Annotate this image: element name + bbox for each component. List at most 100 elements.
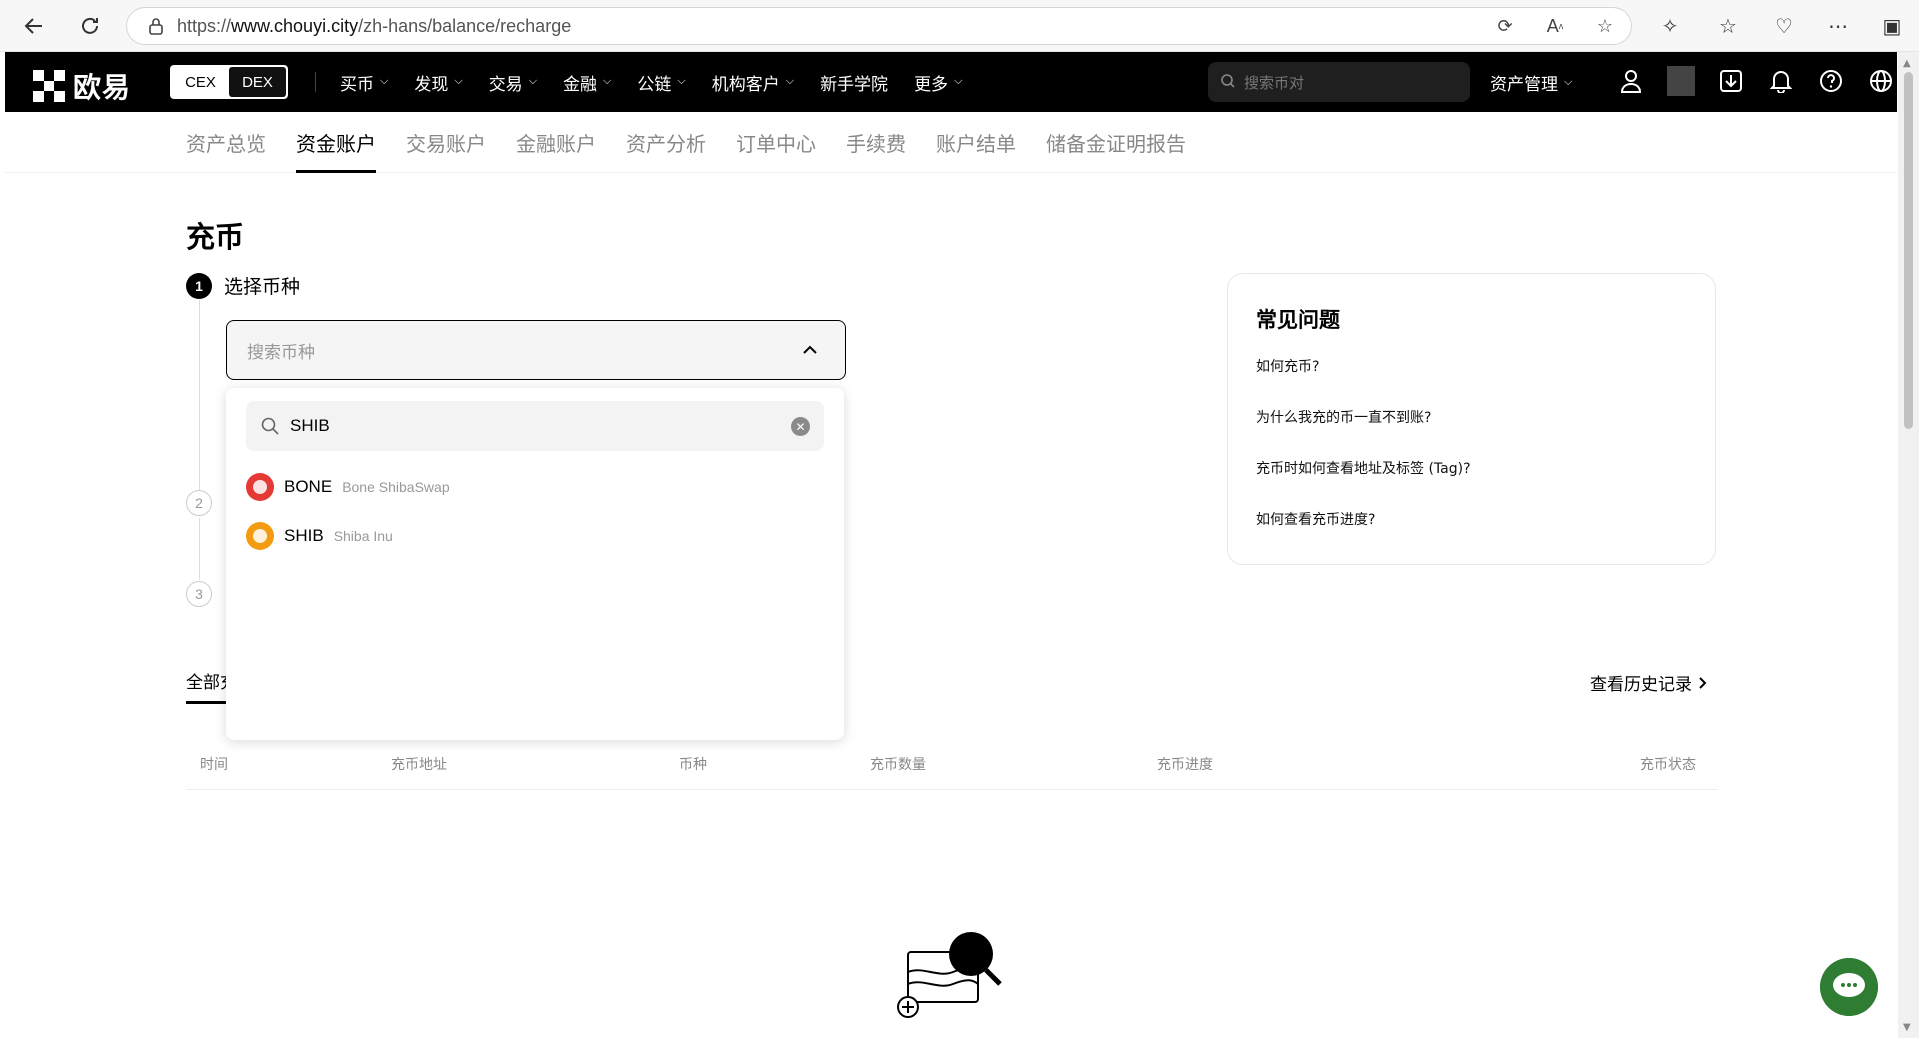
coin-dropdown: SHIB ✕ BONE Bone ShibaSwap SHIB Shiba Inu	[226, 388, 844, 740]
nav-item-label: 发现	[414, 74, 449, 95]
browser-toolbar: https://www.chouyi.city/zh-hans/balance/…	[0, 0, 1919, 52]
coin-result-item[interactable]: SHIB Shiba Inu	[246, 521, 393, 551]
address-bar[interactable]: https://www.chouyi.city/zh-hans/balance/…	[126, 7, 1632, 45]
table-column-header: 充币进度	[1157, 757, 1213, 773]
chevron-down-icon: ⌵	[380, 74, 389, 87]
coin-result-item[interactable]: BONE Bone ShibaSwap	[246, 472, 450, 502]
refresh-button[interactable]	[74, 10, 106, 42]
back-button[interactable]	[18, 10, 50, 42]
search-icon	[261, 417, 279, 435]
user-icon[interactable]	[1617, 66, 1645, 96]
faq-link[interactable]: 为什么我充的币一直不到账?	[1256, 407, 1687, 427]
coin-symbol: SHIB	[284, 526, 324, 545]
coin-select[interactable]: 搜索币种	[226, 320, 846, 380]
nav-item-label: 金融	[563, 74, 598, 95]
bell-icon[interactable]	[1767, 66, 1795, 96]
dex-tab[interactable]: DEX	[229, 67, 286, 97]
subnav-tab[interactable]: 手续费	[846, 112, 906, 173]
clear-search-icon[interactable]: ✕	[791, 417, 810, 436]
step-connector	[199, 300, 200, 490]
step-3: 3	[186, 581, 212, 607]
step-connector	[199, 518, 200, 580]
nav-item-label: 机构客户	[711, 74, 780, 95]
help-icon[interactable]	[1817, 66, 1845, 96]
main-nav: 买币 ⌵ 发现 ⌵ 交易 ⌵ 金融 ⌵ 公链 ⌵ 机构客户 ⌵ 新手学院 更多 ⌵	[340, 52, 988, 112]
globe-icon[interactable]	[1867, 66, 1895, 96]
records-tab-underline	[186, 701, 226, 704]
health-button[interactable]: ♡	[1768, 10, 1800, 42]
chevron-up-icon	[803, 345, 817, 354]
scroll-down-icon[interactable]: ▼	[1903, 1022, 1914, 1033]
nav-item[interactable]: 交易 ⌵	[489, 70, 537, 95]
chevron-right-icon	[1699, 676, 1707, 689]
nav-item[interactable]: 更多 ⌵	[914, 70, 962, 95]
favorites-icon: ☆	[1719, 14, 1737, 38]
subnav-tab[interactable]: 资产总览	[186, 112, 266, 173]
nav-item-label: 交易	[488, 74, 523, 95]
step-1-number: 1	[186, 272, 212, 299]
sidebar-icon: ▣	[1882, 14, 1902, 38]
read-aloud-icon[interactable]: Aʌ	[1543, 14, 1567, 38]
bone-coin-icon	[246, 473, 274, 501]
pair-search-input[interactable]: 搜索币对	[1208, 62, 1470, 102]
coin-search-value: SHIB	[290, 416, 330, 435]
cex-tab[interactable]: CEX	[172, 67, 229, 97]
puzzle-icon: ✧	[1661, 14, 1679, 38]
back-arrow-icon	[24, 18, 42, 34]
scrollbar-thumb[interactable]	[1904, 72, 1913, 429]
faq-title: 常见问题	[1256, 308, 1340, 332]
support-chat-button[interactable]	[1820, 958, 1878, 1016]
nav-item[interactable]: 新手学院	[820, 70, 888, 95]
ellipsis-icon: ⋯	[1828, 14, 1848, 38]
empty-records-illustration	[897, 932, 1002, 1018]
logo[interactable]: 欧易	[33, 66, 131, 106]
faq-link[interactable]: 如何充币?	[1256, 356, 1687, 376]
subnav-tab[interactable]: 账户结单	[936, 112, 1016, 173]
chevron-down-icon: ⌵	[954, 74, 963, 87]
shiba-coin-icon	[246, 522, 274, 550]
subnav-tab[interactable]: 储备金证明报告	[1046, 112, 1186, 173]
nav-item-label: 新手学院	[820, 74, 889, 95]
table-column-header: 时间	[200, 757, 228, 773]
more-button[interactable]: ⋯	[1822, 10, 1854, 42]
asset-management-menu[interactable]: 资产管理 ⌵	[1490, 52, 1572, 112]
table-column-header: 充币状态	[1640, 757, 1696, 773]
nav-item[interactable]: 公链 ⌵	[637, 70, 685, 95]
url-host: www.chouyi.city	[231, 15, 359, 36]
nav-item[interactable]: 金融 ⌵	[563, 70, 611, 95]
scroll-up-icon[interactable]: ▲	[1903, 58, 1914, 69]
nav-item[interactable]: 买币 ⌵	[340, 70, 388, 95]
faq-panel: 常见问题 如何充币? 为什么我充的币一直不到账? 充币时如何查看地址及标签 (Tag…	[1227, 273, 1716, 565]
subnav-tab[interactable]: 交易账户	[406, 112, 486, 173]
heart-icon: ♡	[1775, 14, 1793, 38]
nav-item-label: 公链	[637, 74, 672, 95]
chevron-down-icon: ⌵	[528, 74, 538, 87]
history-link[interactable]: 查看历史记录	[1590, 670, 1708, 695]
okx-logo-icon	[33, 70, 65, 102]
table-column-header: 充币地址	[391, 757, 447, 773]
cex-dex-toggle: CEX DEX	[170, 65, 288, 99]
coin-search-input[interactable]: SHIB ✕	[246, 401, 824, 451]
favorite-star-icon[interactable]: ☆	[1593, 14, 1617, 38]
download-icon[interactable]	[1717, 66, 1745, 96]
extensions-button[interactable]: ✧	[1654, 10, 1686, 42]
nav-item[interactable]: 发现 ⌵	[414, 70, 462, 95]
subnav-tab[interactable]: 订单中心	[736, 112, 816, 173]
nav-item[interactable]: 机构客户 ⌵	[712, 70, 794, 95]
table-column-header: 币种	[679, 757, 707, 773]
subnav-tab[interactable]: 资金账户	[296, 112, 376, 173]
records-table-header: 时间 充币地址 币种 充币数量 充币进度 充币状态	[186, 740, 1718, 790]
coin-select-placeholder: 搜索币种	[247, 342, 315, 363]
favorites-button[interactable]: ☆	[1712, 10, 1744, 42]
page-title: 充币	[186, 220, 245, 254]
coin-fullname: Bone ShibaSwap	[342, 479, 450, 495]
subnav-tab[interactable]: 金融账户	[516, 112, 596, 173]
nav-separator	[1667, 66, 1695, 96]
table-column-header: 充币数量	[870, 757, 926, 773]
faq-link[interactable]: 充币时如何查看地址及标签 (Tag)?	[1256, 458, 1687, 478]
refresh-page-icon[interactable]: ⟳	[1493, 14, 1517, 38]
faq-link[interactable]: 如何查看充币进度?	[1256, 509, 1687, 529]
coin-fullname: Shiba Inu	[333, 528, 393, 544]
sidebar-button[interactable]: ▣	[1876, 10, 1908, 42]
subnav-tab[interactable]: 资产分析	[626, 112, 706, 173]
